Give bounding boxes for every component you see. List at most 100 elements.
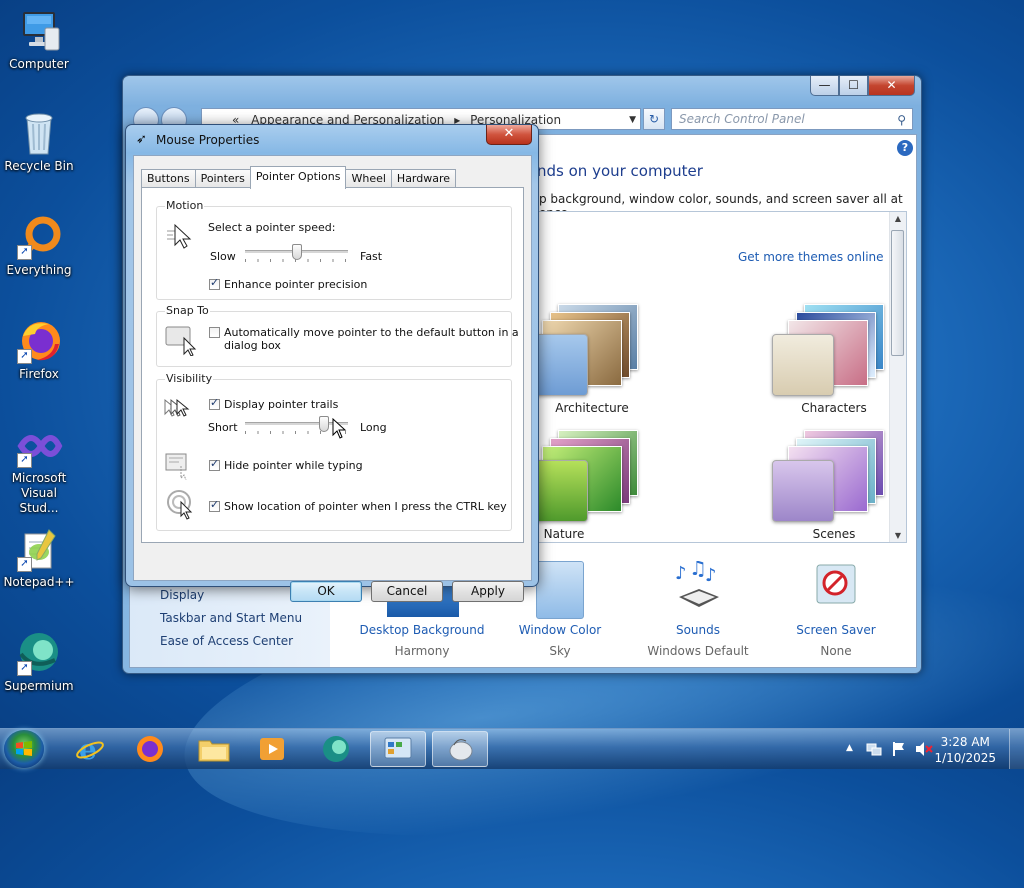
tab-hardware[interactable]: Hardware	[390, 169, 457, 189]
control-panel-icon	[384, 737, 412, 759]
desktop-icon-firefox[interactable]: ➚ Firefox	[1, 318, 77, 382]
supermium-icon: ➚	[15, 630, 63, 676]
scroll-down-icon[interactable]: ▼	[890, 531, 906, 540]
cancel-button[interactable]: Cancel	[371, 581, 443, 602]
taskbar: e ▲ 3:28 AM 1/10/2025	[0, 728, 1024, 769]
svg-text:♪: ♪	[705, 565, 717, 586]
dialog-title: Mouse Properties	[156, 133, 260, 147]
theme-characters[interactable]	[770, 300, 890, 396]
chevron-down-icon[interactable]: ▼	[629, 109, 636, 131]
volume-muted-icon[interactable]	[915, 741, 933, 760]
pointer-trails-icon	[163, 396, 195, 425]
dialog-close-button[interactable]: ✕	[486, 125, 532, 145]
action-center-flag-icon[interactable]	[891, 741, 907, 760]
shortcut-arrow-icon: ➚	[17, 245, 32, 260]
windows-logo-icon	[16, 741, 32, 756]
visibility-group: Visibility Display pointer trails Short …	[156, 372, 512, 531]
taskbar-media-player[interactable]	[244, 731, 300, 767]
snap-to-label-line1: Automatically move pointer to the defaul…	[224, 326, 519, 339]
theme-list-scrollbar[interactable]: ▲ ▼	[889, 212, 906, 542]
taskbar-mouse-properties[interactable]	[432, 731, 488, 767]
taskbar-explorer[interactable]	[186, 731, 242, 767]
taskbar-internet-explorer[interactable]: e	[62, 731, 118, 767]
mouse-properties-dialog: ➶ Mouse Properties ✕ Buttons Pointers Po…	[125, 124, 539, 602]
theme-label: Characters	[801, 401, 867, 415]
window-color-item[interactable]: Window Color Sky	[495, 561, 625, 658]
sounds-item[interactable]: ♪ ♫ ♪ Sounds Windows Default	[633, 556, 763, 658]
search-icon[interactable]: ⚲	[897, 110, 906, 130]
firefox-icon: ➚	[15, 318, 63, 364]
pointer-trails-label: Display pointer trails	[224, 398, 339, 411]
ok-button[interactable]: OK	[290, 581, 362, 602]
taskbar-firefox[interactable]	[122, 731, 178, 767]
desktop-icon-label: Recycle Bin	[4, 159, 74, 173]
theme-label: Nature	[543, 527, 585, 541]
desktop-icon-notepadpp[interactable]: ➚ Notepad++	[1, 526, 77, 590]
link-ease-of-access[interactable]: Ease of Access Center	[160, 634, 293, 648]
desktop-icon-recycle-bin[interactable]: Recycle Bin	[1, 110, 77, 174]
refresh-button[interactable]: ↻	[643, 108, 665, 130]
screen-saver-icon	[813, 561, 861, 616]
link-taskbar-start-menu[interactable]: Taskbar and Start Menu	[160, 611, 302, 625]
hide-while-typing-checkbox[interactable]	[209, 457, 220, 471]
tray-expand-icon[interactable]: ▲	[846, 743, 853, 753]
item-name: Sounds	[675, 623, 721, 637]
desktop-icon-visual-studio[interactable]: ➚ Microsoft Visual Stud...	[1, 422, 77, 516]
theme-label: Scenes	[812, 527, 856, 541]
scroll-up-icon[interactable]: ▲	[890, 214, 906, 223]
tab-strip: Buttons Pointers Pointer Options Wheel H…	[141, 166, 457, 189]
apply-button[interactable]: Apply	[452, 581, 524, 602]
snap-to-icon	[165, 324, 197, 359]
taskbar-supermium[interactable]	[308, 731, 364, 767]
snap-to-checkbox[interactable]	[209, 327, 220, 338]
shortcut-arrow-icon: ➚	[17, 557, 32, 572]
desktop-icon-supermium[interactable]: ➚ Supermium	[1, 630, 77, 694]
tab-pointers[interactable]: Pointers	[194, 169, 251, 189]
theme-scenes[interactable]	[770, 426, 890, 522]
start-button[interactable]	[4, 730, 44, 768]
mouse-pointer-icon: ➶	[136, 132, 147, 147]
item-name: Screen Saver	[796, 623, 876, 637]
media-player-icon	[260, 738, 284, 760]
network-icon[interactable]	[866, 741, 882, 760]
shortcut-arrow-icon: ➚	[17, 661, 32, 676]
close-button[interactable]: ✕	[868, 76, 915, 96]
pointer-trails-checkbox[interactable]	[209, 396, 220, 410]
search-input[interactable]: Search Control Panel ⚲	[671, 108, 913, 130]
mouse-cursor-icon	[332, 417, 348, 443]
enhance-precision-label: Enhance pointer precision	[224, 278, 368, 291]
theme-architecture[interactable]	[536, 300, 644, 396]
search-placeholder: Search Control Panel	[679, 112, 805, 126]
recycle-bin-icon	[15, 110, 63, 156]
theme-label: Architecture	[555, 401, 629, 415]
firefox-icon	[137, 736, 163, 762]
item-name: Desktop Background	[359, 623, 485, 637]
screen-saver-item[interactable]: Screen Saver None	[771, 564, 901, 658]
item-value: Harmony	[394, 644, 450, 658]
maximize-button[interactable]: ☐	[839, 76, 868, 96]
link-display[interactable]: Display	[160, 588, 204, 602]
tab-pointer-options[interactable]: Pointer Options	[249, 166, 347, 189]
help-icon[interactable]: ?	[897, 140, 913, 156]
shortcut-arrow-icon: ➚	[17, 453, 32, 468]
show-desktop-button[interactable]	[1009, 729, 1024, 769]
desktop-icon-computer[interactable]: Computer	[1, 8, 77, 72]
motion-group: Motion Select a pointer speed: Slow Fast…	[156, 199, 512, 300]
pointer-speed-slider[interactable]	[245, 244, 348, 264]
enhance-precision-checkbox[interactable]	[209, 276, 220, 290]
scroll-thumb[interactable]	[891, 230, 904, 356]
computer-icon	[15, 8, 63, 54]
minimize-button[interactable]: —	[810, 76, 839, 96]
tab-wheel[interactable]: Wheel	[345, 169, 392, 189]
desktop-icon-label: Firefox	[19, 367, 59, 381]
slider-knob[interactable]	[291, 244, 302, 260]
desktop-icon-everything[interactable]: ➚ Everything	[1, 214, 77, 278]
desktop-background-item[interactable]: Desktop Background Harmony	[357, 585, 487, 658]
slider-knob[interactable]	[319, 416, 330, 432]
show-location-ctrl-checkbox[interactable]	[209, 498, 220, 512]
tab-buttons[interactable]: Buttons	[141, 169, 196, 189]
clock[interactable]: 3:28 AM 1/10/2025	[934, 734, 996, 766]
taskbar-control-panel[interactable]	[370, 731, 426, 767]
get-more-themes-link[interactable]: Get more themes online	[738, 250, 884, 264]
theme-nature[interactable]	[536, 426, 644, 522]
